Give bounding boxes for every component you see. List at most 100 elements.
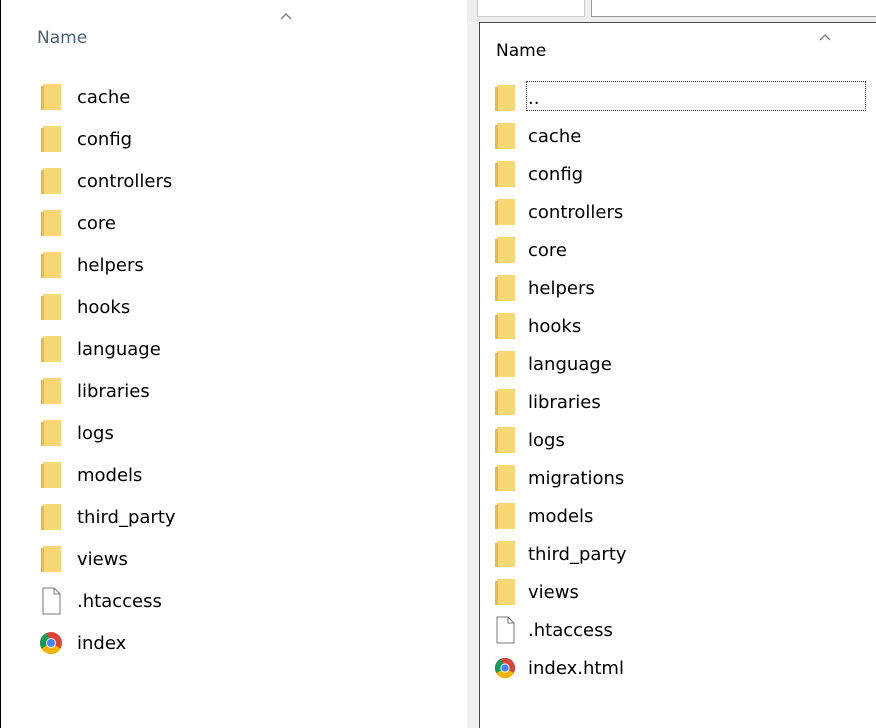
file-row-controllers[interactable]: controllers xyxy=(494,193,627,231)
sort-ascending-icon[interactable] xyxy=(818,27,832,46)
file-name-label: config xyxy=(528,163,584,185)
file-name-label: libraries xyxy=(77,380,150,402)
file-row-parent-directory[interactable]: .. xyxy=(494,79,627,117)
file-name-label: models xyxy=(77,464,143,486)
file-row-config[interactable]: config xyxy=(494,155,627,193)
file-icon xyxy=(39,585,63,617)
folder-icon xyxy=(494,311,516,341)
file-name-label: index.html xyxy=(528,657,624,679)
file-row-htaccess[interactable]: .htaccess xyxy=(494,611,627,649)
folder-icon xyxy=(494,539,516,569)
right-file-pane: Name .. cache config controllers core helpers… xyxy=(479,22,876,728)
file-row-helpers[interactable]: helpers xyxy=(39,244,176,286)
folder-icon xyxy=(494,349,516,379)
file-row-hooks[interactable]: hooks xyxy=(39,286,176,328)
folder-icon xyxy=(494,425,516,455)
file-row-language[interactable]: language xyxy=(39,328,176,370)
folder-icon xyxy=(494,463,516,493)
file-name-label: views xyxy=(528,581,579,603)
file-row-core[interactable]: core xyxy=(39,202,176,244)
name-column-header[interactable]: Name xyxy=(37,28,87,48)
file-name-label: libraries xyxy=(528,391,601,413)
file-row-core[interactable]: core xyxy=(494,231,627,269)
file-row-index[interactable]: index xyxy=(39,622,176,664)
folder-icon xyxy=(494,387,516,417)
folder-icon xyxy=(39,375,63,407)
file-row-htaccess[interactable]: .htaccess xyxy=(39,580,176,622)
right-explorer-window: Name .. cache config controllers core helpers… xyxy=(467,0,876,728)
left-file-pane: Name cache config controllers core helpers ho… xyxy=(0,0,467,728)
folder-icon xyxy=(39,333,63,365)
chrome-icon xyxy=(39,627,63,659)
file-name-label: config xyxy=(77,128,133,150)
file-icon xyxy=(494,615,516,645)
sort-ascending-icon[interactable] xyxy=(279,6,293,25)
folder-icon xyxy=(39,123,63,155)
file-name-label: controllers xyxy=(77,170,173,192)
file-name-label: core xyxy=(77,212,116,234)
file-name-label: .htaccess xyxy=(528,619,613,641)
name-column-header[interactable]: Name xyxy=(496,41,546,61)
file-name-label: controllers xyxy=(528,201,624,223)
folder-icon xyxy=(39,501,63,533)
folder-icon xyxy=(494,501,516,531)
screenshot-root: Name cache config controllers core helpers ho… xyxy=(0,0,876,728)
file-row-logs[interactable]: logs xyxy=(39,412,176,454)
file-row-third-party[interactable]: third_party xyxy=(494,535,627,573)
file-name-label: logs xyxy=(77,422,114,444)
file-row-third-party[interactable]: third_party xyxy=(39,496,176,538)
file-name-label: migrations xyxy=(528,467,625,489)
file-name-label: index xyxy=(77,632,127,654)
file-name-label: core xyxy=(528,239,567,261)
file-row-controllers[interactable]: controllers xyxy=(39,160,176,202)
file-row-libraries[interactable]: libraries xyxy=(494,383,627,421)
folder-icon xyxy=(39,249,63,281)
left-file-list: cache config controllers core helpers hooks la… xyxy=(39,76,176,664)
file-row-migrations[interactable]: migrations xyxy=(494,459,627,497)
file-row-helpers[interactable]: helpers xyxy=(494,269,627,307)
file-name-label: models xyxy=(528,505,594,527)
file-name-label: views xyxy=(77,548,128,570)
folder-icon xyxy=(494,197,516,227)
file-row-index-html[interactable]: index.html xyxy=(494,649,627,687)
file-name-label: third_party xyxy=(77,506,176,528)
file-row-cache[interactable]: cache xyxy=(494,117,627,155)
file-row-views[interactable]: views xyxy=(39,538,176,580)
file-row-views[interactable]: views xyxy=(494,573,627,611)
file-name-label: .. xyxy=(528,87,540,109)
file-row-hooks[interactable]: hooks xyxy=(494,307,627,345)
file-name-label: .htaccess xyxy=(77,590,162,612)
folder-icon xyxy=(39,207,63,239)
folder-icon xyxy=(494,235,516,265)
file-row-logs[interactable]: logs xyxy=(494,421,627,459)
folder-icon xyxy=(39,165,63,197)
file-row-models[interactable]: models xyxy=(494,497,627,535)
folder-icon xyxy=(39,81,63,113)
folder-icon xyxy=(494,83,516,113)
folder-icon xyxy=(39,417,63,449)
file-name-label: hooks xyxy=(528,315,582,337)
folder-icon xyxy=(39,543,63,575)
file-row-libraries[interactable]: libraries xyxy=(39,370,176,412)
folder-icon xyxy=(39,459,63,491)
chrome-icon xyxy=(494,653,516,683)
folder-icon xyxy=(494,159,516,189)
folder-icon xyxy=(494,273,516,303)
file-row-models[interactable]: models xyxy=(39,454,176,496)
file-row-cache[interactable]: cache xyxy=(39,76,176,118)
address-bar[interactable] xyxy=(591,0,876,17)
file-row-language[interactable]: language xyxy=(494,345,627,383)
toolbar-field[interactable] xyxy=(477,0,585,17)
file-name-label: hooks xyxy=(77,296,131,318)
file-name-label: logs xyxy=(528,429,565,451)
right-file-list: .. cache config controllers core helpers hooks… xyxy=(494,79,627,687)
toolbar-strip xyxy=(467,0,876,22)
file-name-label: helpers xyxy=(77,254,144,276)
file-row-config[interactable]: config xyxy=(39,118,176,160)
folder-icon xyxy=(39,291,63,323)
file-name-label: cache xyxy=(528,125,582,147)
file-name-label: cache xyxy=(77,86,131,108)
folder-icon xyxy=(494,121,516,151)
file-name-label: language xyxy=(77,338,161,360)
file-name-label: helpers xyxy=(528,277,595,299)
